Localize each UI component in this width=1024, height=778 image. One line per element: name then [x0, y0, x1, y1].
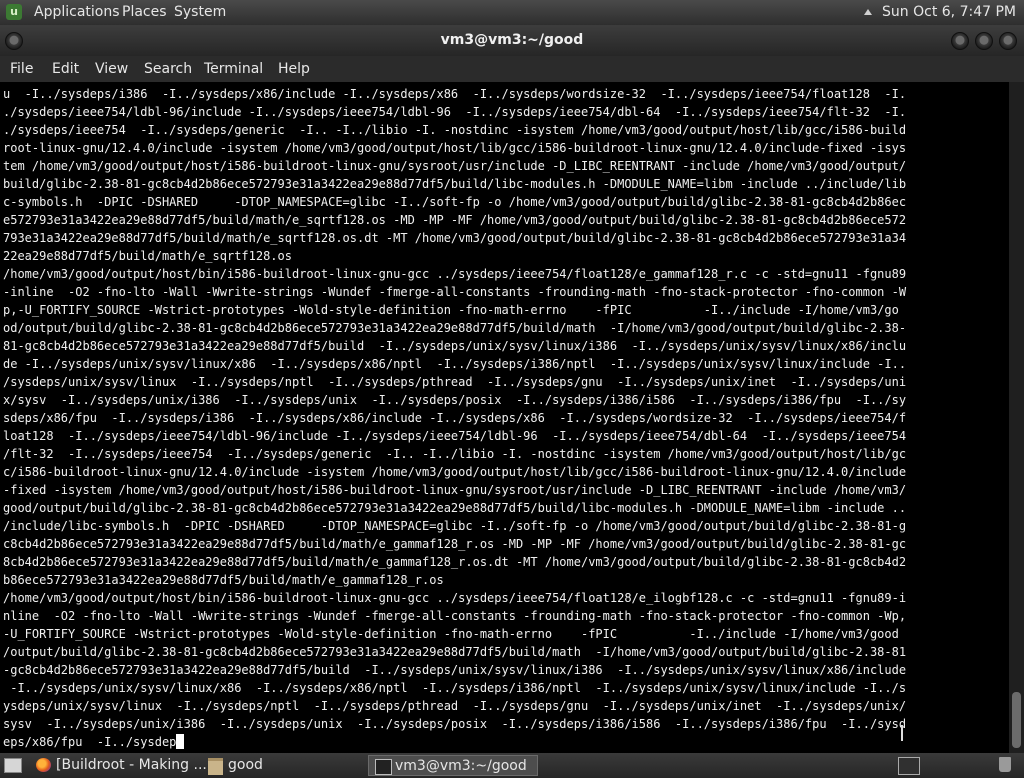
menu-search[interactable]: Search: [144, 56, 192, 82]
maximize-button[interactable]: [975, 32, 993, 50]
bottom-panel: [Buildroot - Making ... good vm3@vm3:~/g…: [0, 753, 1024, 778]
terminal-line: de -I../sysdeps/unix/sysv/linux/x86 -I..…: [3, 357, 907, 371]
terminal-line: /flt-32 -I../sysdeps/ieee754 -I../sysdep…: [3, 447, 907, 461]
terminal-line: ./sysdeps/ieee754/ldbl-96/include -I../s…: [3, 105, 907, 119]
workspace-switcher-icon[interactable]: [898, 757, 920, 775]
window-title: vm3@vm3:~/good: [440, 32, 584, 48]
terminal-line: p,-U_FORTIFY_SOURCE -Wstrict-prototypes …: [3, 303, 899, 317]
scrollbar-thumb[interactable]: [1012, 692, 1021, 748]
terminal-line: 22ea29e88d77df5/build/math/e_sqrtf128.os: [3, 249, 292, 263]
taskbar-item-label: good: [228, 757, 263, 773]
terminal-line: tem /home/vm3/good/output/host/i586-buil…: [3, 159, 907, 173]
terminal-line: od/output/build/glibc-2.38-81-gc8cb4d2b8…: [3, 321, 907, 335]
firefox-icon: [36, 758, 51, 772]
terminal-line: c/i586-buildroot-linux-gnu/12.4.0/includ…: [3, 465, 907, 479]
minimize-button[interactable]: [951, 32, 969, 50]
menu-applications[interactable]: Applications: [34, 0, 120, 25]
text-cursor: [176, 734, 185, 749]
taskbar-item-label: [Buildroot - Making ...: [56, 757, 207, 773]
terminal-line: /sysdeps/unix/sysv/linux -I../sysdeps/np…: [3, 375, 907, 389]
terminal-line: e572793e31a3422ea29e88d77df5/build/math/…: [3, 213, 907, 227]
close-button[interactable]: [999, 32, 1017, 50]
terminal-line: b86ece572793e31a3422ea29e88d77df5/build/…: [3, 573, 444, 587]
terminal-line: sysv -I../sysdeps/unix/i386 -I../sysdeps…: [3, 717, 907, 731]
trash-icon[interactable]: [999, 757, 1011, 772]
menu-system[interactable]: System: [174, 0, 226, 25]
terminal-output: u -I../sysdeps/i386 -I../sysdeps/x86/inc…: [3, 85, 906, 751]
menu-places[interactable]: Places: [122, 0, 167, 25]
taskbar-item-terminal[interactable]: vm3@vm3:~/good: [368, 755, 538, 776]
terminal-line: ./sysdeps/ieee754 -I../sysdeps/generic -…: [3, 123, 907, 137]
terminal-line: nline -O2 -fno-lto -Wall -Wwrite-strings…: [3, 609, 907, 623]
menu-edit[interactable]: Edit: [52, 56, 79, 82]
terminal-line: eps/x86/fpu -I../sysdep: [3, 735, 177, 749]
terminal-line: -gc8cb4d2b86ece572793e31a3422ea29e88d77d…: [3, 663, 907, 677]
terminal-icon: [375, 759, 392, 775]
terminal-line: 793e31a3422ea29e88d77df5/build/math/e_sq…: [3, 231, 907, 245]
clock-area[interactable]: Sun Oct 6, 7:47 PM: [864, 0, 1016, 25]
terminal-line: x/sysv -I../sysdeps/unix/i386 -I../sysde…: [3, 393, 907, 407]
terminal-line: c8cb4d2b86ece572793e31a3422ea29e88d77df5…: [3, 537, 907, 551]
terminal-line: /include/libc-symbols.h -DPIC -DSHARED -…: [3, 519, 907, 533]
terminal-line: good/output/build/glibc-2.38-81-gc8cb4d2…: [3, 501, 907, 515]
menu-help[interactable]: Help: [278, 56, 310, 82]
terminal-line: -I../sysdeps/unix/sysv/linux/x86 -I../sy…: [3, 681, 907, 695]
terminal-line: -inline -O2 -fno-lto -Wall -Wwrite-strin…: [3, 285, 907, 299]
terminal-line: 8cb4d2b86ece572793e31a3422ea29e88d77df5/…: [3, 555, 907, 569]
show-desktop-icon[interactable]: [4, 758, 22, 773]
window-titlebar[interactable]: vm3@vm3:~/good: [0, 25, 1024, 56]
taskbar-item-folder[interactable]: good: [202, 755, 388, 776]
terminal-menubar: File Edit View Search Terminal Help: [0, 56, 1024, 82]
terminal-line: -fixed -isystem /home/vm3/good/output/ho…: [3, 483, 907, 497]
terminal-scrollbar[interactable]: [1009, 82, 1024, 753]
taskbar-item-firefox[interactable]: [Buildroot - Making ...: [30, 755, 226, 776]
mouse-ibeam-icon: [901, 725, 903, 741]
terminal-line: ysdeps/unix/sysv/linux -I../sysdeps/nptl…: [3, 699, 907, 713]
terminal-line: /home/vm3/good/output/host/bin/i586-buil…: [3, 591, 907, 605]
terminal-line: 81-gc8cb4d2b86ece572793e31a3422ea29e88d7…: [3, 339, 907, 353]
terminal-area[interactable]: u -I../sysdeps/i386 -I../sysdeps/x86/inc…: [0, 82, 1009, 753]
taskbar-item-label: vm3@vm3:~/good: [395, 758, 527, 774]
terminal-line: sdeps/x86/fpu -I../sysdeps/i386 -I../sys…: [3, 411, 907, 425]
terminal-line: c-symbols.h -DPIC -DSHARED -DTOP_NAMESPA…: [3, 195, 907, 209]
terminal-line: root-linux-gnu/12.4.0/include -isystem /…: [3, 141, 907, 155]
terminal-line: loat128 -I../sysdeps/ieee754/ldbl-96/inc…: [3, 429, 907, 443]
distro-logo-icon[interactable]: u: [6, 4, 22, 20]
menu-terminal[interactable]: Terminal: [204, 56, 263, 82]
terminal-line: /home/vm3/good/output/host/bin/i586-buil…: [3, 267, 907, 281]
terminal-line: /output/build/glibc-2.38-81-gc8cb4d2b86e…: [3, 645, 907, 659]
clock[interactable]: Sun Oct 6, 7:47 PM: [882, 4, 1016, 20]
menu-view[interactable]: View: [95, 56, 128, 82]
top-panel: u Applications Places System Sun Oct 6, …: [0, 0, 1024, 25]
folder-icon: [208, 758, 223, 775]
terminal-line: u -I../sysdeps/i386 -I../sysdeps/x86/inc…: [3, 87, 907, 101]
terminal-line: -U_FORTIFY_SOURCE -Wstrict-prototypes -W…: [3, 627, 899, 641]
terminal-line: build/glibc-2.38-81-gc8cb4d2b86ece572793…: [3, 177, 907, 191]
panel-pointer-icon: [864, 9, 873, 15]
menu-file[interactable]: File: [10, 56, 33, 82]
